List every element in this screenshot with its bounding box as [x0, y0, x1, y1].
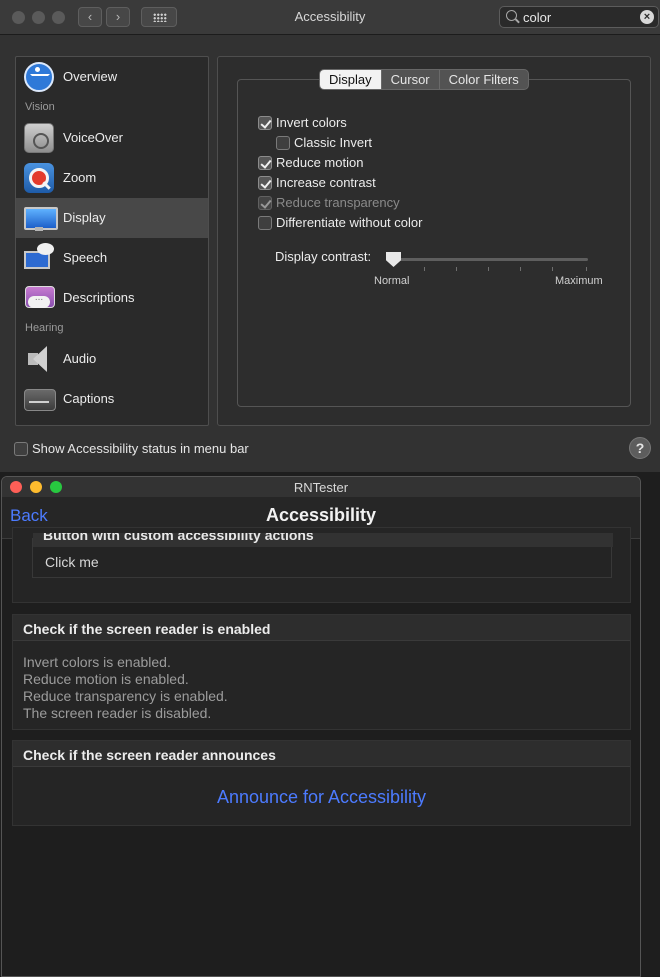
sidebar-item-audio[interactable]: Audio — [16, 339, 208, 379]
invert-colors-checkbox[interactable] — [258, 116, 272, 130]
slider-tick — [488, 267, 489, 271]
accessibility-preferences-window: ‹ › Accessibility × Overview Vision Voic… — [0, 0, 660, 472]
slider-tick — [456, 267, 457, 271]
descriptions-icon — [24, 283, 55, 313]
status-line: Reduce transparency is enabled. — [23, 688, 228, 704]
section-header-hearing: Hearing — [25, 322, 64, 334]
prefs-titlebar: ‹ › Accessibility × — [0, 0, 660, 35]
speech-icon — [24, 243, 54, 273]
search-icon — [506, 10, 517, 21]
zoom-icon — [24, 163, 54, 193]
clear-search-icon[interactable]: × — [640, 10, 654, 24]
option-label: Increase contrast — [276, 175, 376, 190]
custom-actions-card: Button with custom accessibility actions… — [12, 527, 631, 603]
slider-min-label: Normal — [374, 275, 410, 287]
status-line: Invert colors is enabled. — [23, 654, 171, 670]
tab-display[interactable]: Display — [320, 70, 381, 89]
search-input[interactable] — [523, 9, 633, 25]
menu-bar-status-checkbox[interactable] — [14, 442, 28, 456]
sidebar-item-label: Descriptions — [63, 290, 135, 305]
option-label: Reduce motion — [276, 155, 364, 170]
sidebar-item-label: VoiceOver — [63, 130, 123, 145]
slider-tick — [586, 267, 587, 271]
search-field[interactable]: × — [499, 6, 659, 28]
audio-icon — [24, 344, 54, 374]
section-header-vision: Vision — [25, 101, 55, 113]
custom-actions-header: Button with custom accessibility actions — [33, 533, 613, 547]
click-me-button[interactable]: Click me — [45, 554, 99, 570]
sidebar-item-voiceover[interactable]: VoiceOver — [16, 118, 208, 158]
card-title: Check if the screen reader is enabled — [23, 621, 271, 637]
option-label: Classic Invert — [294, 135, 373, 150]
sidebar-item-label: Display — [63, 210, 106, 225]
card-header: Check if the screen reader announces — [13, 741, 630, 767]
sidebar-item-label: Audio — [63, 351, 97, 366]
voiceover-icon — [24, 123, 54, 153]
classic-invert-checkbox[interactable] — [276, 136, 290, 150]
card-title: Check if the screen reader announces — [23, 747, 276, 763]
card-header: Check if the screen reader is enabled — [13, 615, 630, 641]
announce-button[interactable]: Announce for Accessibility — [13, 787, 630, 808]
sidebar-item-overview[interactable]: Overview — [16, 57, 208, 97]
screen-reader-enabled-card: Check if the screen reader is enabled In… — [12, 614, 631, 730]
tab-color-filters[interactable]: Color Filters — [438, 70, 528, 89]
custom-actions-inner: Button with custom accessibility actions… — [32, 533, 613, 578]
help-button[interactable]: ? — [629, 437, 651, 459]
rntester-window: RNTester Back Accessibility Button with … — [1, 476, 641, 977]
sidebar-item-zoom[interactable]: Zoom — [16, 158, 208, 198]
slider-tick — [520, 267, 521, 271]
option-label: Differentiate without color — [276, 215, 423, 230]
sidebar-item-label: Speech — [63, 250, 108, 265]
option-label: Reduce transparency — [276, 195, 400, 210]
option-label: Invert colors — [276, 115, 347, 130]
sidebar-item-speech[interactable]: Speech — [16, 238, 208, 278]
display-contrast-label: Display contrast: — [275, 249, 372, 264]
display-icon — [24, 203, 58, 233]
slider-tick — [424, 267, 425, 271]
sidebar-item-label: Captions — [63, 391, 115, 406]
rntester-titlebar: RNTester — [2, 477, 640, 497]
sidebar-item-label: Overview — [63, 69, 118, 84]
page-title: Accessibility — [265, 505, 377, 525]
increase-contrast-checkbox[interactable] — [258, 176, 272, 190]
reduce-motion-checkbox[interactable] — [258, 156, 272, 170]
overview-icon — [24, 62, 54, 92]
tab-cursor[interactable]: Cursor — [380, 70, 439, 89]
custom-actions-title: Button with custom accessibility actions — [43, 533, 314, 543]
reduce-transparency-checkbox — [258, 196, 272, 210]
option-label: Show Accessibility status in menu bar — [32, 441, 249, 456]
status-line: Reduce motion is enabled. — [23, 671, 189, 687]
sidebar-item-captions[interactable]: Captions — [16, 379, 208, 419]
slider-tick — [552, 267, 553, 271]
slider-max-label: Maximum — [555, 275, 603, 287]
sidebar: Overview Vision VoiceOver Zoom Display S… — [15, 56, 209, 426]
status-line: The screen reader is disabled. — [23, 705, 212, 721]
window-title: RNTester — [293, 480, 349, 495]
captions-icon — [24, 384, 56, 414]
sidebar-item-display[interactable]: Display — [16, 198, 208, 238]
display-contrast-slider[interactable] — [393, 258, 588, 261]
tab-bar: Display Cursor Color Filters — [319, 69, 529, 90]
sidebar-item-descriptions[interactable]: Descriptions — [16, 278, 208, 318]
screen-reader-announce-card: Check if the screen reader announces Ann… — [12, 740, 631, 826]
sidebar-item-label: Zoom — [63, 170, 97, 185]
differentiate-without-color-checkbox[interactable] — [258, 216, 272, 230]
